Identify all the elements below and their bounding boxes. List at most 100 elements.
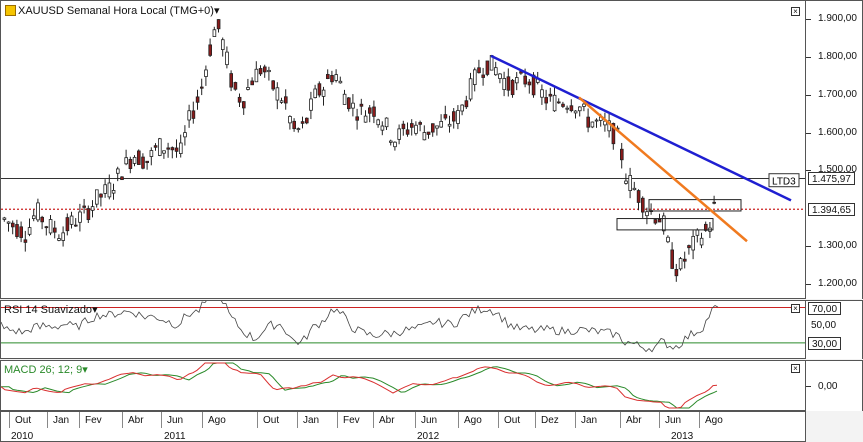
- candle-body: [590, 121, 595, 128]
- candle-body: [699, 237, 704, 246]
- year-label: 2011: [164, 431, 186, 442]
- candle-body: [683, 258, 687, 262]
- rsi-level-label: 70,00: [808, 301, 842, 315]
- month-label: Dez: [541, 415, 559, 426]
- month-tick: [659, 412, 660, 428]
- candle-body: [447, 123, 452, 127]
- chevron-down-icon[interactable]: ▾: [82, 364, 88, 376]
- candle-body: [376, 119, 380, 126]
- month-label: Out: [15, 415, 32, 426]
- year-label: 2013: [671, 431, 694, 442]
- month-label: Jan: [303, 415, 320, 426]
- month-tick: [620, 412, 621, 428]
- candle-body: [384, 117, 389, 128]
- candle-body: [523, 75, 527, 85]
- month-label: Jan: [581, 415, 598, 426]
- candle-body: [170, 147, 175, 151]
- candle-body: [477, 67, 481, 74]
- price-chart-panel[interactable]: LTD3 XAUUSD Semanal Hora Local (TMG+0)▾ …: [0, 0, 806, 299]
- candle-body: [57, 238, 61, 241]
- rsi-panel[interactable]: RSI 14 Suavizado▾ ×: [0, 300, 806, 359]
- candle-body: [565, 107, 569, 110]
- candle-body: [582, 103, 586, 107]
- month-tick: [699, 412, 700, 428]
- candle-body: [178, 142, 183, 154]
- month-tick: [297, 412, 298, 428]
- month-tick: [122, 412, 123, 428]
- candle-body: [132, 156, 137, 164]
- candle-body: [363, 115, 368, 123]
- price-axis[interactable]: 1.900,00 1.800,00 1.700,00 1.600,00 1.500,00…: [806, 0, 863, 299]
- current-price-tag: 1.394,65: [808, 203, 855, 217]
- candle-body: [456, 110, 460, 124]
- ltd3-label: LTD3: [772, 177, 796, 188]
- price-tick-mark: [806, 19, 811, 21]
- candle-body: [2, 217, 7, 220]
- month-label: Fev: [85, 415, 102, 426]
- chevron-down-icon[interactable]: ▾: [214, 5, 220, 17]
- candle-body: [27, 227, 32, 235]
- month-tick: [9, 412, 10, 428]
- rsi-axis: 70,00 50,00 30,00: [806, 300, 863, 359]
- candlestick-chart[interactable]: LTD3: [1, 1, 805, 298]
- chart-title-text: XAUUSD Semanal Hora Local (TMG+0): [18, 5, 214, 17]
- candle-body: [53, 227, 57, 233]
- macd-chart: [1, 362, 718, 409]
- close-icon[interactable]: ×: [791, 7, 800, 16]
- candle-body: [116, 168, 120, 174]
- close-icon[interactable]: ×: [791, 364, 800, 373]
- rsi-title[interactable]: RSI 14 Suavizado▾: [4, 303, 98, 316]
- candle-body: [666, 236, 670, 243]
- candle-body: [48, 219, 53, 234]
- candle-body: [561, 103, 565, 107]
- macd-panel[interactable]: MACD 26; 12; 9▾ ×: [0, 360, 806, 411]
- chart-title[interactable]: XAUUSD Semanal Hora Local (TMG+0)▾: [5, 4, 219, 17]
- close-icon[interactable]: ×: [791, 304, 800, 313]
- macd-title-text: MACD 26; 12; 9: [4, 364, 83, 376]
- candle-body: [426, 131, 431, 135]
- candle-body: [578, 106, 582, 112]
- candle-body: [229, 73, 234, 88]
- candle-body: [557, 101, 561, 104]
- candle-body: [300, 121, 305, 124]
- ltd3-price-tag: 1.475,97: [808, 172, 855, 186]
- candle-body: [40, 216, 44, 223]
- month-tick: [257, 412, 258, 428]
- candle-body: [334, 74, 338, 81]
- candle-body: [481, 74, 485, 78]
- candle-body: [620, 148, 624, 161]
- candle-body: [120, 176, 124, 181]
- candle-body: [691, 235, 695, 251]
- candle-body: [552, 94, 557, 112]
- month-tick: [161, 412, 162, 428]
- candle-body: [443, 114, 448, 119]
- candle-body: [275, 87, 280, 101]
- candle-body: [288, 116, 292, 124]
- candle-body: [183, 132, 187, 138]
- candle-body: [409, 123, 414, 128]
- candle-body: [468, 78, 473, 100]
- price-tick-mark: [806, 56, 811, 58]
- candle-body: [61, 232, 65, 241]
- candle-body: [262, 66, 267, 73]
- candle-body: [74, 224, 78, 227]
- price-tick-mark: [806, 170, 811, 172]
- candle-body: [687, 245, 691, 249]
- candle-body: [90, 206, 95, 211]
- candle-body: [695, 229, 700, 236]
- month-label: Fev: [343, 415, 360, 426]
- rsi-level-label: 30,00: [808, 336, 842, 350]
- rsi-level-label: 50,00: [811, 320, 837, 332]
- candle-body: [502, 78, 506, 90]
- month-tick: [535, 412, 536, 428]
- month-label: Jan: [53, 415, 70, 426]
- xauusd-logo-icon: [5, 5, 16, 16]
- candle-body: [405, 129, 410, 135]
- candle-body: [388, 140, 393, 143]
- candle-body: [271, 80, 275, 90]
- macd-title[interactable]: MACD 26; 12; 9▾: [4, 363, 88, 376]
- candle-body: [187, 110, 192, 121]
- chevron-down-icon[interactable]: ▾: [92, 304, 98, 316]
- time-axis[interactable]: Out Jan Fev Abr Jun Ago Out Jan Fev Abr Jun Ago Out D…: [0, 411, 806, 442]
- month-tick: [373, 412, 374, 428]
